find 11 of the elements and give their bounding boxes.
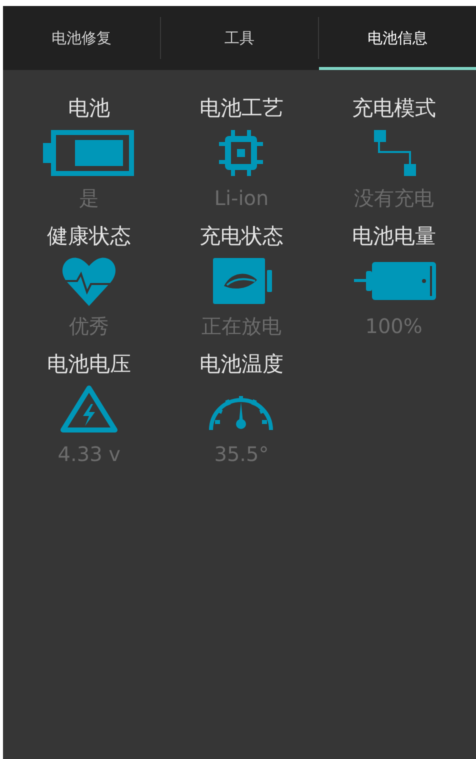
info-title: 充电模式 xyxy=(352,95,436,122)
info-title: 电池电压 xyxy=(47,351,132,378)
info-title: 电池 xyxy=(68,95,110,122)
tab[interactable]: 电池信息 xyxy=(319,6,476,70)
tab[interactable]: 工具 xyxy=(161,6,318,70)
info-title: 电池工艺 xyxy=(199,95,284,122)
info-title: 电池温度 xyxy=(199,351,284,378)
tab[interactable]: 电池修复 xyxy=(3,6,160,70)
info-title: 电池电量 xyxy=(352,223,436,250)
info-title: 充电状态 xyxy=(199,223,284,250)
info-title: 健康状态 xyxy=(47,223,132,250)
